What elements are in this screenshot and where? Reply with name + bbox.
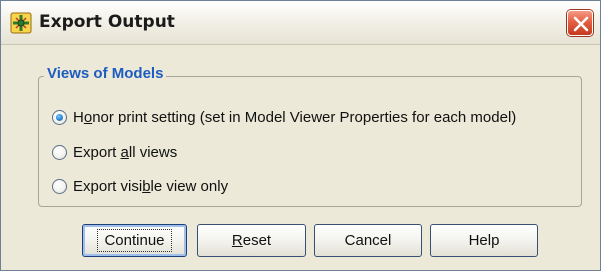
cancel-button[interactable]: Cancel [314,224,422,257]
reset-button-label: Reset [231,232,272,249]
radio-button[interactable] [52,144,67,160]
help-button[interactable]: Help [430,224,538,257]
group-label: Views of Models [44,65,167,82]
radio-label-honor-print-setting: Honor print setting (set in Model Viewer… [73,108,517,126]
export-output-dialog: Export Output Views of Models Honor prin… [0,0,601,271]
cancel-button-label: Cancel [344,232,392,249]
radio-export-all-views[interactable]: Export all views [52,142,177,162]
radio-export-visible-view[interactable]: Export visible view only [52,176,228,196]
radio-button[interactable] [52,178,67,194]
radio-label-export-all-views: Export all views [73,143,178,161]
radio-button[interactable] [52,109,67,125]
help-button-label: Help [468,232,500,249]
radio-label-export-visible-view: Export visible view only [73,177,229,195]
title-bar[interactable]: Export Output [1,1,600,45]
close-button[interactable] [567,10,593,36]
reset-button[interactable]: Reset [197,224,306,257]
radio-honor-print-setting[interactable]: Honor print setting (set in Model Viewer… [52,107,516,127]
spss-output-icon [10,12,32,34]
window-title: Export Output [39,12,175,32]
continue-button[interactable]: Continue [82,224,187,257]
continue-button-label: Continue [97,229,172,252]
